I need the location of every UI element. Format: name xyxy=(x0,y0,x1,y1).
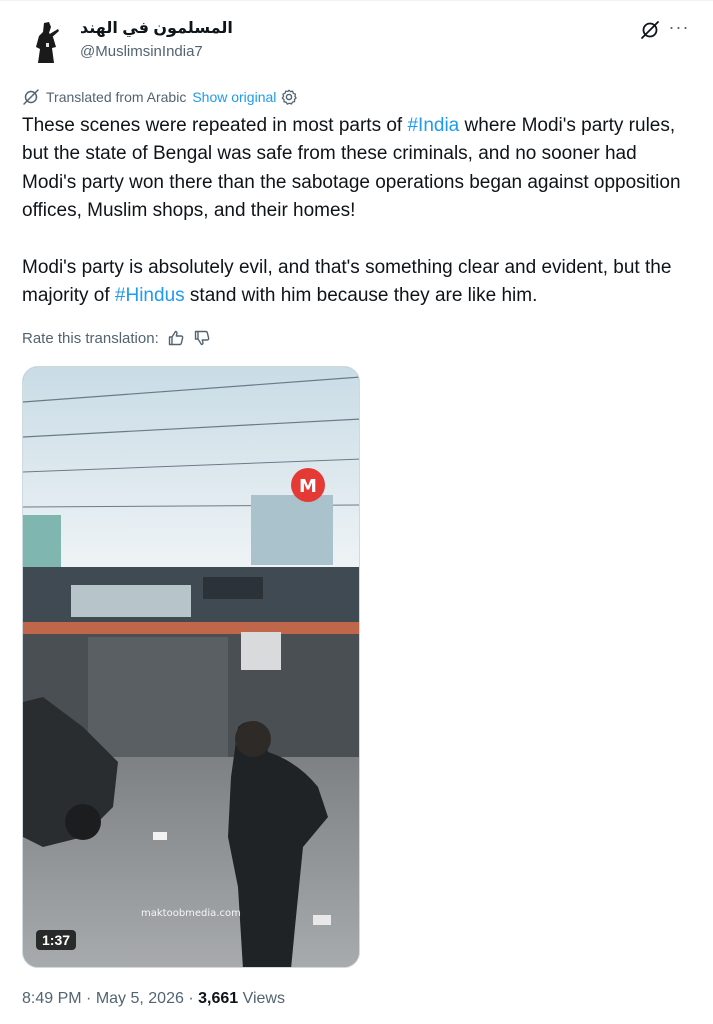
avatar[interactable] xyxy=(22,17,70,65)
video-watermark: maktoobmedia.com xyxy=(141,908,241,919)
tweet-time[interactable]: 8:49 PM xyxy=(22,990,82,1007)
translation-notice: Translated from Arabic Show original xyxy=(22,87,298,107)
grok-icon[interactable] xyxy=(639,19,661,41)
views-label: Views xyxy=(238,990,285,1007)
separator-dot: · xyxy=(183,990,199,1007)
show-original-link[interactable]: Show original xyxy=(192,89,276,105)
hashtag-link-india[interactable]: #India xyxy=(407,115,459,136)
thumbs-up-icon[interactable] xyxy=(167,329,185,347)
display-name[interactable]: المسلمون في الهند xyxy=(80,19,233,39)
views-count: 3,661 xyxy=(198,990,239,1007)
logo-letter: M xyxy=(299,476,317,497)
tweet-paragraph-2: Modi's party is absolutely evil, and tha… xyxy=(22,254,694,311)
thumbs-down-icon[interactable] xyxy=(193,329,211,347)
tweet-text-segment: These scenes were repeated in most parts… xyxy=(22,115,408,136)
tweet-text: These scenes were repeated in most parts… xyxy=(22,112,694,310)
translate-icon xyxy=(23,89,39,105)
more-dots-icon[interactable]: ··· xyxy=(667,17,691,41)
user-handle[interactable]: @MuslimsinIndia7 xyxy=(80,42,233,62)
tweet-header: المسلمون في الهند @MuslimsinIndia7 ··· xyxy=(22,17,697,69)
tweet-text-segment: stand with him because they are like him… xyxy=(184,285,538,307)
rate-translation-label: Rate this translation: xyxy=(22,329,159,347)
separator-dot: · xyxy=(81,990,96,1007)
tweet-date[interactable]: May 5, 2026 xyxy=(96,990,184,1007)
translated-from-label: Translated from Arabic xyxy=(46,89,187,105)
avatar-silhouette-icon xyxy=(22,17,70,65)
tweet-card: المسلمون في الهند @MuslimsinIndia7 ··· T… xyxy=(0,0,713,1024)
video-media[interactable]: M maktoobmedia.com 1:37 xyxy=(22,366,360,968)
tweet-paragraph-1: These scenes were repeated in most parts… xyxy=(22,112,694,226)
rate-translation: Rate this translation: xyxy=(22,327,211,349)
gear-icon[interactable] xyxy=(280,88,298,106)
tweet-metadata: 8:49 PM · May 5, 2026 · 3,661 Views xyxy=(22,988,285,1010)
video-duration-badge: 1:37 xyxy=(36,930,77,950)
author-names: المسلمون في الهند @MuslimsinIndia7 xyxy=(80,19,233,62)
video-frame: M xyxy=(23,367,359,967)
hashtag-link-hindus[interactable]: #Hindus xyxy=(115,285,185,306)
